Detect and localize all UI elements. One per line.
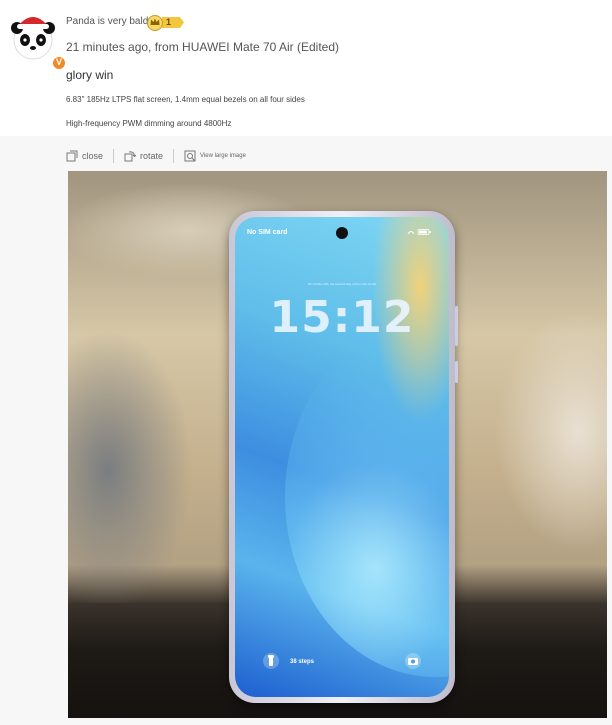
post-image[interactable]: No SIM card Oct 13 Mon 8th, the seventh … (68, 171, 607, 718)
close-button[interactable]: close (66, 150, 103, 162)
rotate-button[interactable]: rotate (124, 150, 163, 162)
rotate-icon (124, 151, 137, 162)
flashlight-icon (263, 653, 279, 669)
view-large-image-label: View large image (200, 153, 246, 159)
lockscreen-clock: 15:12 (269, 292, 415, 343)
view-large-image-button[interactable]: View large image (184, 150, 246, 162)
post-title: glory win (66, 68, 114, 82)
toolbar-divider (173, 149, 175, 163)
phone-screen: No SIM card Oct 13 Mon 8th, the seventh … (235, 217, 449, 697)
wallpaper-wave (285, 317, 449, 677)
verified-badge: V (52, 56, 66, 70)
battery-wifi-icon (407, 229, 431, 235)
level-number: 1 (166, 17, 172, 27)
lockscreen-date: Oct 13 Mon 8th, the seventh day of the n… (307, 282, 377, 286)
image-toolbar: close rotate View large image (66, 148, 246, 164)
post-header: V Panda is very bald 1 21 minutes ago, f… (0, 0, 612, 135)
close-label: close (82, 151, 104, 161)
post-meta: 21 minutes ago, from HUAWEI Mate 70 Air … (66, 40, 339, 54)
enlarge-icon (184, 150, 196, 162)
username[interactable]: Panda is very bald (66, 16, 148, 27)
avatar[interactable]: V (8, 10, 66, 70)
no-sim-status: No SIM card (247, 229, 288, 236)
step-counter: 38 steps (290, 659, 315, 665)
crown-icon (147, 15, 184, 31)
rotate-label: rotate (140, 151, 164, 161)
panda-avatar-icon (11, 11, 55, 60)
power-button (455, 361, 458, 383)
front-camera (336, 227, 348, 239)
volume-button (455, 306, 458, 346)
post-line: High-frequency PWM dimming around 4800Hz (66, 119, 232, 128)
camera-icon (405, 653, 421, 669)
post-line: 6.83" 185Hz LTPS flat screen, 1.4mm equa… (66, 95, 305, 104)
phone-device: No SIM card Oct 13 Mon 8th, the seventh … (229, 211, 458, 703)
collapse-icon (66, 150, 78, 162)
status-icons (407, 228, 435, 238)
toolbar-divider (113, 149, 115, 163)
